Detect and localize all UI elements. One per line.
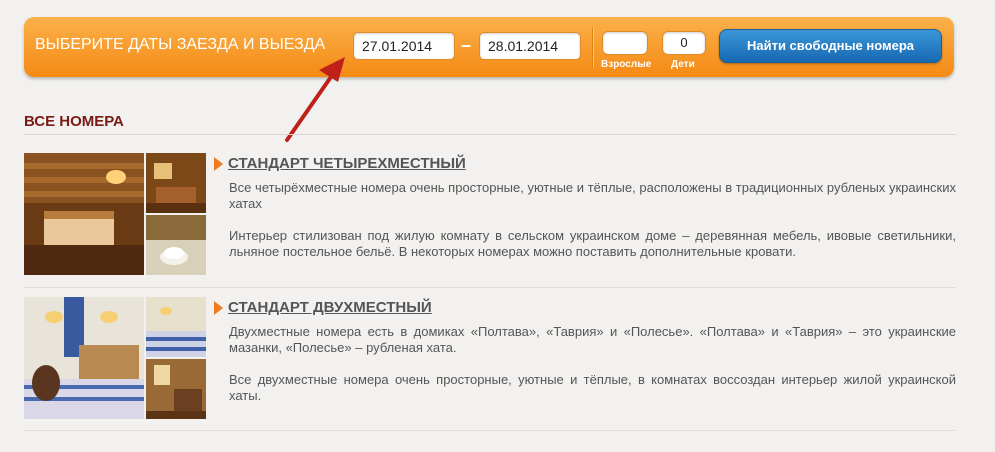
- room-photo-main[interactable]: [24, 297, 144, 419]
- room-heading: СТАНДАРТ ЧЕТЫРЕХМЕСТНЫЙ: [214, 155, 466, 172]
- room-title-link[interactable]: СТАНДАРТ ЧЕТЫРЕХМЕСТНЫЙ: [228, 155, 466, 172]
- room-title-link[interactable]: СТАНДАРТ ДВУХМЕСТНЫЙ: [228, 299, 432, 316]
- room-photo-thumb[interactable]: [146, 297, 206, 357]
- room-marker-icon: [214, 156, 223, 171]
- room-description: Интерьер стилизован под жилую комнату в …: [229, 228, 956, 259]
- room-photo-thumb[interactable]: [146, 153, 206, 213]
- section-divider: [24, 134, 956, 135]
- room-description: Двухместные номера есть в домиках «Полта…: [229, 324, 956, 355]
- section-title: ВСЕ НОМЕРА: [24, 113, 124, 130]
- room-photo-thumb[interactable]: [146, 215, 206, 275]
- room-photo-main[interactable]: [24, 153, 144, 275]
- room-description: Все двухместные номера очень просторные,…: [229, 372, 956, 403]
- room-divider: [24, 430, 956, 431]
- room-divider: [24, 287, 956, 288]
- room-heading: СТАНДАРТ ДВУХМЕСТНЫЙ: [214, 299, 432, 316]
- room-description: Все четырёхместные номера очень просторн…: [229, 180, 956, 211]
- room-photo-thumb[interactable]: [146, 359, 206, 419]
- room-marker-icon: [214, 300, 223, 315]
